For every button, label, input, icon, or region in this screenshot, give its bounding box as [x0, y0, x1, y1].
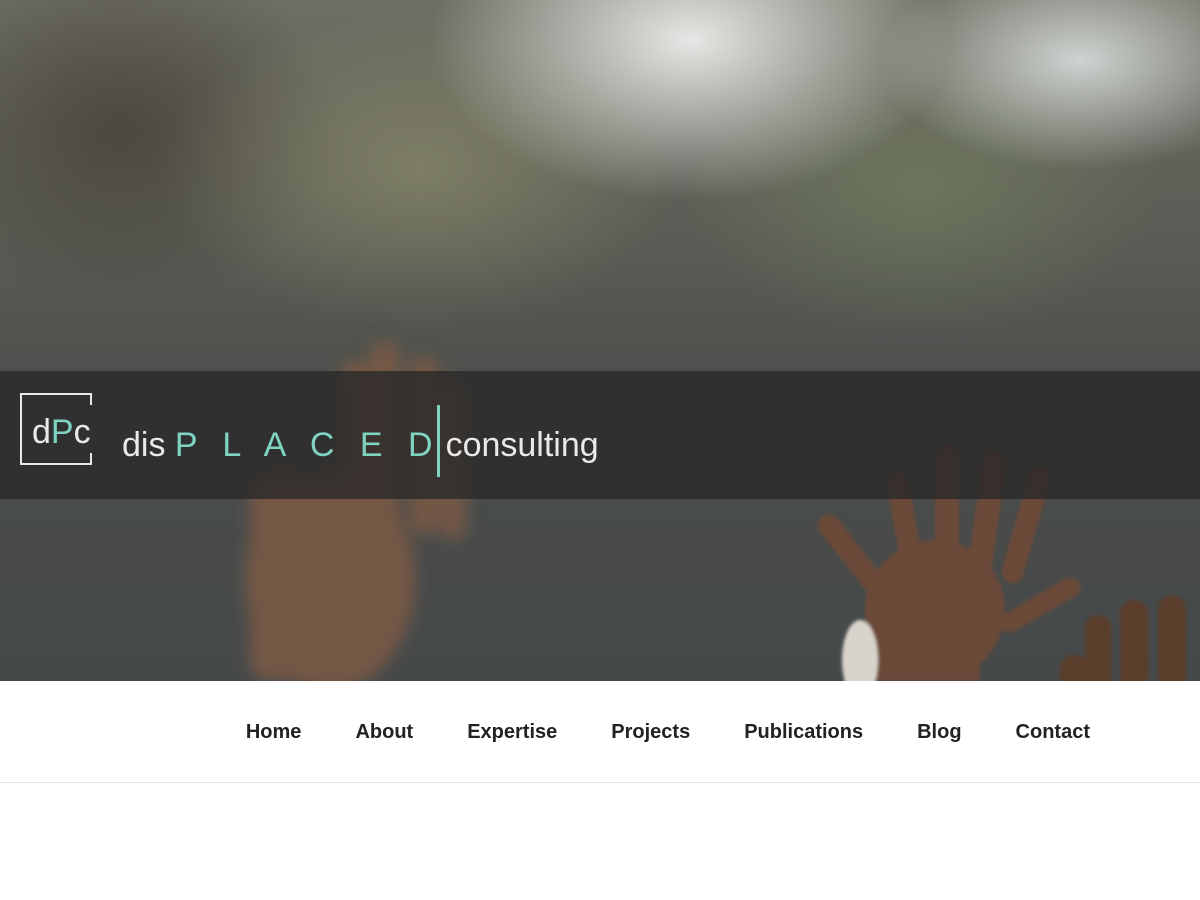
site-title-accent: P L A C E D — [174, 425, 441, 464]
nav-item-contact[interactable]: Contact — [1016, 721, 1090, 744]
raised-hands-photo — [245, 340, 1186, 681]
nav-item-projects[interactable]: Projects — [611, 721, 690, 744]
nav-item-home[interactable]: Home — [246, 721, 302, 744]
site-logo[interactable]: dPc — [20, 393, 92, 465]
site-title-suffix: consulting — [445, 425, 599, 464]
site-title[interactable]: dis P L A C E Dconsulting — [122, 405, 599, 483]
title-divider — [436, 405, 440, 477]
hero-header-image: dPc dis P L A C E Dconsulting — [0, 0, 1200, 681]
nav-item-expertise[interactable]: Expertise — [467, 721, 557, 744]
nav-item-publications[interactable]: Publications — [744, 721, 863, 744]
nav-item-about[interactable]: About — [355, 721, 413, 744]
brand-banner: dPc dis P L A C E Dconsulting — [0, 371, 1200, 499]
main-navigation: Home About Expertise Projects Publicatio… — [0, 681, 1200, 783]
site-title-prefix: dis — [122, 425, 166, 464]
nav-item-blog[interactable]: Blog — [917, 721, 961, 744]
logo-monogram: dPc — [32, 413, 91, 451]
